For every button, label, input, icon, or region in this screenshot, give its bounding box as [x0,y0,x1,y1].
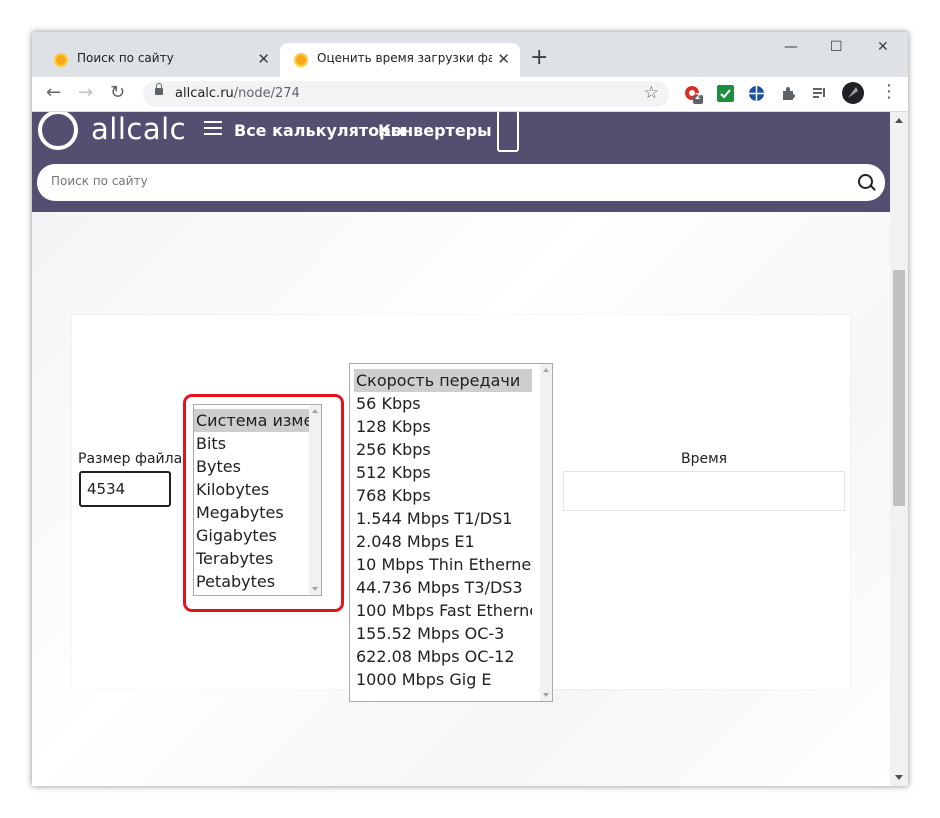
page-viewport: allcalc Все калькуляторы Конвертеры Разм… [32,112,890,786]
scroll-down-icon[interactable] [543,693,549,697]
extensions-puzzle-icon[interactable] [780,85,797,102]
time-output[interactable] [563,471,845,511]
tab-title: Поиск по сайту [77,51,174,65]
logo-icon[interactable] [38,112,78,150]
list-option[interactable]: 155.52 Mbps OC-3 [354,622,532,645]
media-control-icon[interactable] [811,85,828,102]
favicon-icon [54,53,68,67]
extension-check-icon[interactable] [717,85,734,102]
extension-badge: 2 [695,92,701,101]
highlight-box [183,394,344,612]
address-bar[interactable]: allcalc.ru/node/274 ☆ [143,81,669,107]
profile-avatar[interactable] [842,82,864,104]
site-search-bar[interactable] [37,164,885,201]
extension-adblock-icon[interactable]: 2 [684,85,703,104]
minimize-icon[interactable]: — [784,38,798,56]
time-label: Время [681,451,728,467]
speed-select[interactable]: Скорость передачи 56 Kbps 128 Kbps 256 Kbps… [349,363,553,702]
maximize-icon[interactable]: ☐ [830,38,843,56]
speed-select-scrollbar[interactable] [540,364,552,701]
nav-converters[interactable]: Конвертеры [378,121,492,140]
list-option[interactable]: 622.08 Mbps OC-12 [354,645,532,668]
scroll-down-icon[interactable] [895,775,903,780]
list-option[interactable]: 512 Kbps [354,461,532,484]
list-option[interactable]: Скорость передачи [354,369,532,392]
scroll-up-icon[interactable] [895,118,903,123]
list-option[interactable]: 44.736 Mbps T3/DS3 [354,576,532,599]
site-header: allcalc Все калькуляторы Конвертеры [32,112,890,212]
bookmark-star-icon[interactable]: ☆ [644,83,659,103]
scrollbar-thumb[interactable] [893,270,905,506]
tab-close-icon[interactable]: ✕ [257,49,270,69]
new-tab-button[interactable]: + [530,46,548,70]
scroll-up-icon[interactable] [543,368,549,372]
favicon-icon [294,53,308,67]
list-option[interactable]: 1.544 Mbps T1/DS1 [354,507,532,530]
browser-menu-icon[interactable]: ⋮ [880,81,898,103]
browser-toolbar: ← → ↻ allcalc.ru/node/274 ☆ 2 ⋮ [32,77,908,112]
list-option[interactable]: 10 Mbps Thin Ethernet [354,553,532,576]
back-icon[interactable]: ← [46,82,61,104]
list-option[interactable]: 2.048 Mbps E1 [354,530,532,553]
list-option[interactable]: 100 Mbps Fast Ethernet [354,599,532,622]
list-option[interactable]: 768 Kbps [354,484,532,507]
forward-icon[interactable]: → [78,82,93,104]
lock-icon[interactable] [155,83,163,95]
tab-download-time[interactable]: Оценить время загрузки файла ✕ [280,43,520,77]
list-option[interactable]: 256 Kbps [354,438,532,461]
browser-window: Поиск по сайту ✕ Оценить время загрузки … [32,32,908,786]
reload-icon[interactable]: ↻ [110,82,125,104]
close-window-icon[interactable]: ✕ [877,38,889,56]
tab-search[interactable]: Поиск по сайту ✕ [40,43,280,77]
tab-title: Оценить время загрузки файла [317,51,492,65]
list-option[interactable]: 1000 Mbps Gig E [354,668,532,691]
extension-globe-icon[interactable] [748,85,765,102]
search-icon[interactable] [858,174,873,189]
file-size-label: Размер файла [78,451,183,467]
page-scrollbar[interactable] [890,112,908,786]
file-size-input[interactable] [79,471,171,507]
url-text[interactable]: allcalc.ru/node/274 [175,86,300,101]
site-logo[interactable]: allcalc [91,112,186,146]
list-option[interactable]: 56 Kbps [354,392,532,415]
site-search-input[interactable] [49,173,833,189]
tab-strip: Поиск по сайту ✕ Оценить время загрузки … [32,32,908,77]
tab-close-icon[interactable]: ✕ [497,49,510,69]
menu-icon[interactable] [204,121,222,139]
list-option[interactable]: 128 Kbps [354,415,532,438]
mobile-icon[interactable] [497,112,519,152]
